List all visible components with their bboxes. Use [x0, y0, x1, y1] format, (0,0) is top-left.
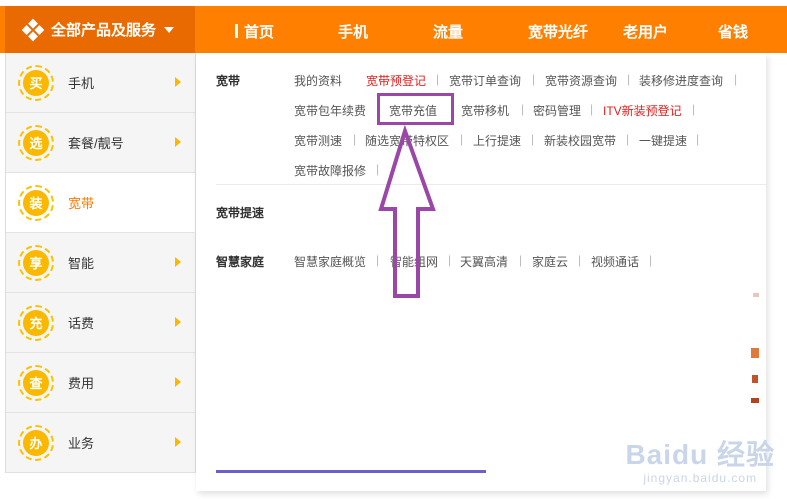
category-sidebar: 买 手机 选 套餐/靓号 装 宽带 享 智能 充 话费 查 费用 办 业务 — [5, 53, 196, 473]
badge-text: 装 — [23, 189, 49, 216]
section-divider — [216, 184, 766, 185]
badge-icon: 充 — [18, 304, 54, 341]
separator: | — [521, 102, 525, 116]
badge-icon: 查 — [18, 364, 54, 401]
caret-down-icon — [164, 26, 175, 33]
separator: | — [649, 253, 653, 267]
link-smart-networking[interactable]: 智能组网 — [390, 253, 438, 270]
all-products-label: 全部产品及服务 — [51, 22, 157, 39]
sidebar-item-label: 话费 — [68, 316, 95, 331]
badge-text: 充 — [23, 309, 49, 336]
separator: | — [376, 253, 380, 267]
sidebar-item-label: 智能 — [68, 256, 95, 271]
separator: | — [626, 132, 630, 146]
section-title-smart-home: 智慧家庭 — [216, 255, 265, 269]
diamond-grid-icon — [21, 18, 45, 42]
link-upload-boost[interactable]: 上行提速 — [473, 132, 521, 149]
watermark-logo: Baidu 经验 — [625, 439, 775, 470]
watermark: Baidu 经验 jingyan.baidu.com — [625, 433, 775, 485]
badge-text: 享 — [23, 249, 49, 276]
chevron-right-icon — [175, 377, 181, 387]
sidebar-item-label: 费用 — [68, 376, 95, 391]
bottom-accent-line — [216, 470, 486, 473]
nav-save[interactable]: 省钱 — [718, 21, 748, 42]
nav-old-user[interactable]: 老用户 — [623, 21, 668, 42]
badge-text: 办 — [23, 429, 49, 456]
chevron-right-icon — [175, 77, 181, 87]
nav-phone[interactable]: 手机 — [338, 21, 368, 42]
separator: | — [519, 253, 523, 267]
sidebar-item-plans[interactable]: 选 套餐/靓号 — [6, 113, 195, 173]
link-order-query[interactable]: 宽带订单查询 — [449, 72, 521, 89]
chevron-right-icon — [175, 137, 181, 147]
sidebar-item-fees[interactable]: 查 费用 — [6, 353, 195, 413]
sidebar-item-label: 套餐/靓号 — [68, 136, 124, 151]
badge-icon: 选 — [18, 124, 54, 161]
separator: | — [353, 132, 357, 146]
badge-icon: 买 — [18, 64, 54, 101]
link-broadband-preregister[interactable]: 宽带预登记 — [366, 72, 426, 89]
link-privilege-zone[interactable]: 随选宽带特权区 — [365, 132, 449, 149]
sidebar-item-business[interactable]: 办 业务 — [6, 413, 195, 473]
chevron-right-icon — [175, 257, 181, 267]
separator: | — [578, 253, 582, 267]
chevron-right-icon — [175, 317, 181, 327]
link-repair-progress[interactable]: 装移修进度查询 — [639, 72, 723, 89]
link-relocate[interactable]: 宽带移机 — [461, 102, 509, 119]
sidebar-item-phone[interactable]: 买 手机 — [6, 53, 195, 113]
sidebar-item-label: 业务 — [68, 436, 95, 451]
badge-icon: 享 — [18, 244, 54, 281]
link-fault-report[interactable]: 宽带故障报修 — [294, 162, 366, 179]
chevron-right-icon — [175, 437, 181, 447]
main-nav: 首页 手机 流量 宽带光纤 老用户 省钱 — [195, 6, 787, 53]
separator: | — [590, 102, 594, 116]
annotation-highlight-box — [377, 93, 454, 125]
separator: | — [436, 72, 440, 86]
link-annual-renewal[interactable]: 宽带包年续费 — [294, 102, 366, 119]
badge-text: 查 — [23, 369, 49, 396]
watermark-url: jingyan.baidu.com — [643, 471, 758, 485]
badge-icon: 办 — [18, 424, 54, 461]
nav-home[interactable]: 首页 — [235, 21, 274, 42]
link-tianyi-hd[interactable]: 天翼高清 — [460, 253, 508, 270]
link-speed-test[interactable]: 宽带测速 — [294, 132, 342, 149]
sidebar-item-smart[interactable]: 享 智能 — [6, 233, 195, 293]
separator: | — [627, 72, 631, 86]
all-products-button[interactable]: 全部产品及服务 — [5, 6, 195, 53]
link-my-profile[interactable]: 我的资料 — [294, 72, 342, 89]
link-family-cloud[interactable]: 家庭云 — [532, 253, 568, 270]
top-nav-bar: 全部产品及服务 首页 手机 流量 宽带光纤 老用户 省钱 — [0, 6, 787, 53]
sidebar-item-recharge[interactable]: 充 话费 — [6, 293, 195, 353]
separator: | — [696, 132, 700, 146]
link-resource-query[interactable]: 宽带资源查询 — [545, 72, 617, 89]
link-one-click-boost[interactable]: 一键提速 — [639, 132, 687, 149]
link-video-call[interactable]: 视频通话 — [591, 253, 639, 270]
separator: | — [460, 132, 464, 146]
link-password[interactable]: 密码管理 — [533, 102, 581, 119]
separator: | — [532, 72, 536, 86]
broadband-dropdown-panel: 宽带 我的资料 | 宽带预登记 | 宽带订单查询 | 宽带资源查询 | 装移修进… — [196, 53, 766, 491]
separator: | — [448, 253, 452, 267]
sidebar-item-label: 手机 — [68, 76, 95, 91]
separator: | — [692, 102, 696, 116]
link-campus-broadband[interactable]: 新装校园宽带 — [544, 132, 616, 149]
separator: | — [734, 72, 738, 86]
separator: | — [531, 132, 535, 146]
section-title-speedup: 宽带提速 — [216, 206, 265, 220]
sidebar-item-label: 宽带 — [68, 196, 95, 211]
nav-data[interactable]: 流量 — [433, 21, 463, 42]
link-smart-home-overview[interactable]: 智慧家庭概览 — [294, 253, 366, 270]
link-itv-preregister[interactable]: ITV新装预登记 — [603, 102, 682, 119]
badge-text: 选 — [23, 129, 49, 156]
sidebar-item-broadband[interactable]: 装 宽带 — [6, 173, 195, 233]
partial-banner-image — [751, 293, 761, 443]
badge-text: 买 — [23, 69, 49, 96]
nav-broadband[interactable]: 宽带光纤 — [528, 21, 588, 42]
separator: | — [376, 162, 380, 176]
badge-icon: 装 — [18, 184, 54, 221]
section-title-broadband: 宽带 — [216, 74, 241, 88]
